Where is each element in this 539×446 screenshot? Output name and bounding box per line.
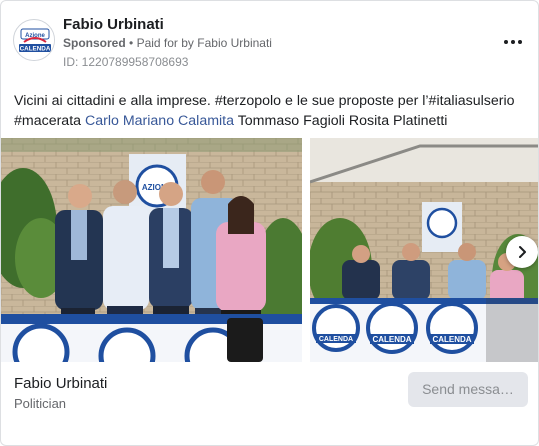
meta-separator: • (129, 36, 134, 50)
svg-text:CALENDA: CALENDA (20, 46, 51, 53)
image-carousel: AZIONE CALENDA CALENDA CALENDA (1, 138, 538, 362)
paid-for-disclaimer[interactable]: Paid for by Fabio Urbinati (137, 36, 272, 50)
more-options-button[interactable] (500, 31, 526, 53)
post-text: Vicini ai cittadini e alla imprese. #ter… (14, 91, 529, 131)
more-horizontal-icon (504, 40, 508, 44)
table-banner-2: CALENDA (366, 302, 418, 354)
footer-page-name[interactable]: Fabio Urbinati (14, 375, 107, 392)
svg-text:CALENDA: CALENDA (319, 336, 353, 343)
chevron-right-icon (519, 246, 526, 258)
sponsored-line: Sponsored • Paid for by Fabio Urbinati (63, 36, 272, 50)
carousel-photo-1[interactable]: AZIONE (1, 138, 302, 362)
post-header: Azione CALENDA Fabio Urbinati Sponsored … (13, 13, 526, 73)
more-horizontal-icon-dot (518, 40, 522, 44)
page-name-link[interactable]: Fabio Urbinati (63, 16, 164, 33)
post-text-part2: Tommaso Fagioli Rosita Platinetti (234, 113, 448, 129)
azione-calenda-logo: Azione CALENDA (15, 21, 54, 60)
svg-text:CALENDA: CALENDA (372, 335, 411, 344)
ad-id: ID: 1220789958708693 (63, 55, 189, 69)
panel-photo: CALENDA CALENDA CALENDA (310, 138, 538, 362)
carousel-next-button[interactable] (506, 236, 538, 268)
avatar[interactable]: Azione CALENDA (13, 19, 55, 61)
ad-card: Azione CALENDA Fabio Urbinati Sponsored … (0, 0, 539, 446)
send-message-button[interactable]: Send messa… (408, 372, 528, 407)
svg-text:CALENDA: CALENDA (432, 335, 471, 344)
table-banner-1: CALENDA (312, 304, 360, 352)
card-footer: Fabio Urbinati Politician Send messa… (1, 362, 538, 445)
sponsored-label: Sponsored (63, 36, 126, 50)
group-photo: AZIONE (1, 138, 302, 362)
mention-link[interactable]: Carlo Mariano Calamita (85, 113, 234, 129)
footer-page-category: Politician (14, 396, 67, 411)
more-horizontal-icon-dot (511, 40, 515, 44)
carousel-photo-2[interactable]: CALENDA CALENDA CALENDA (310, 138, 538, 362)
table-banner-3: CALENDA (426, 302, 478, 354)
